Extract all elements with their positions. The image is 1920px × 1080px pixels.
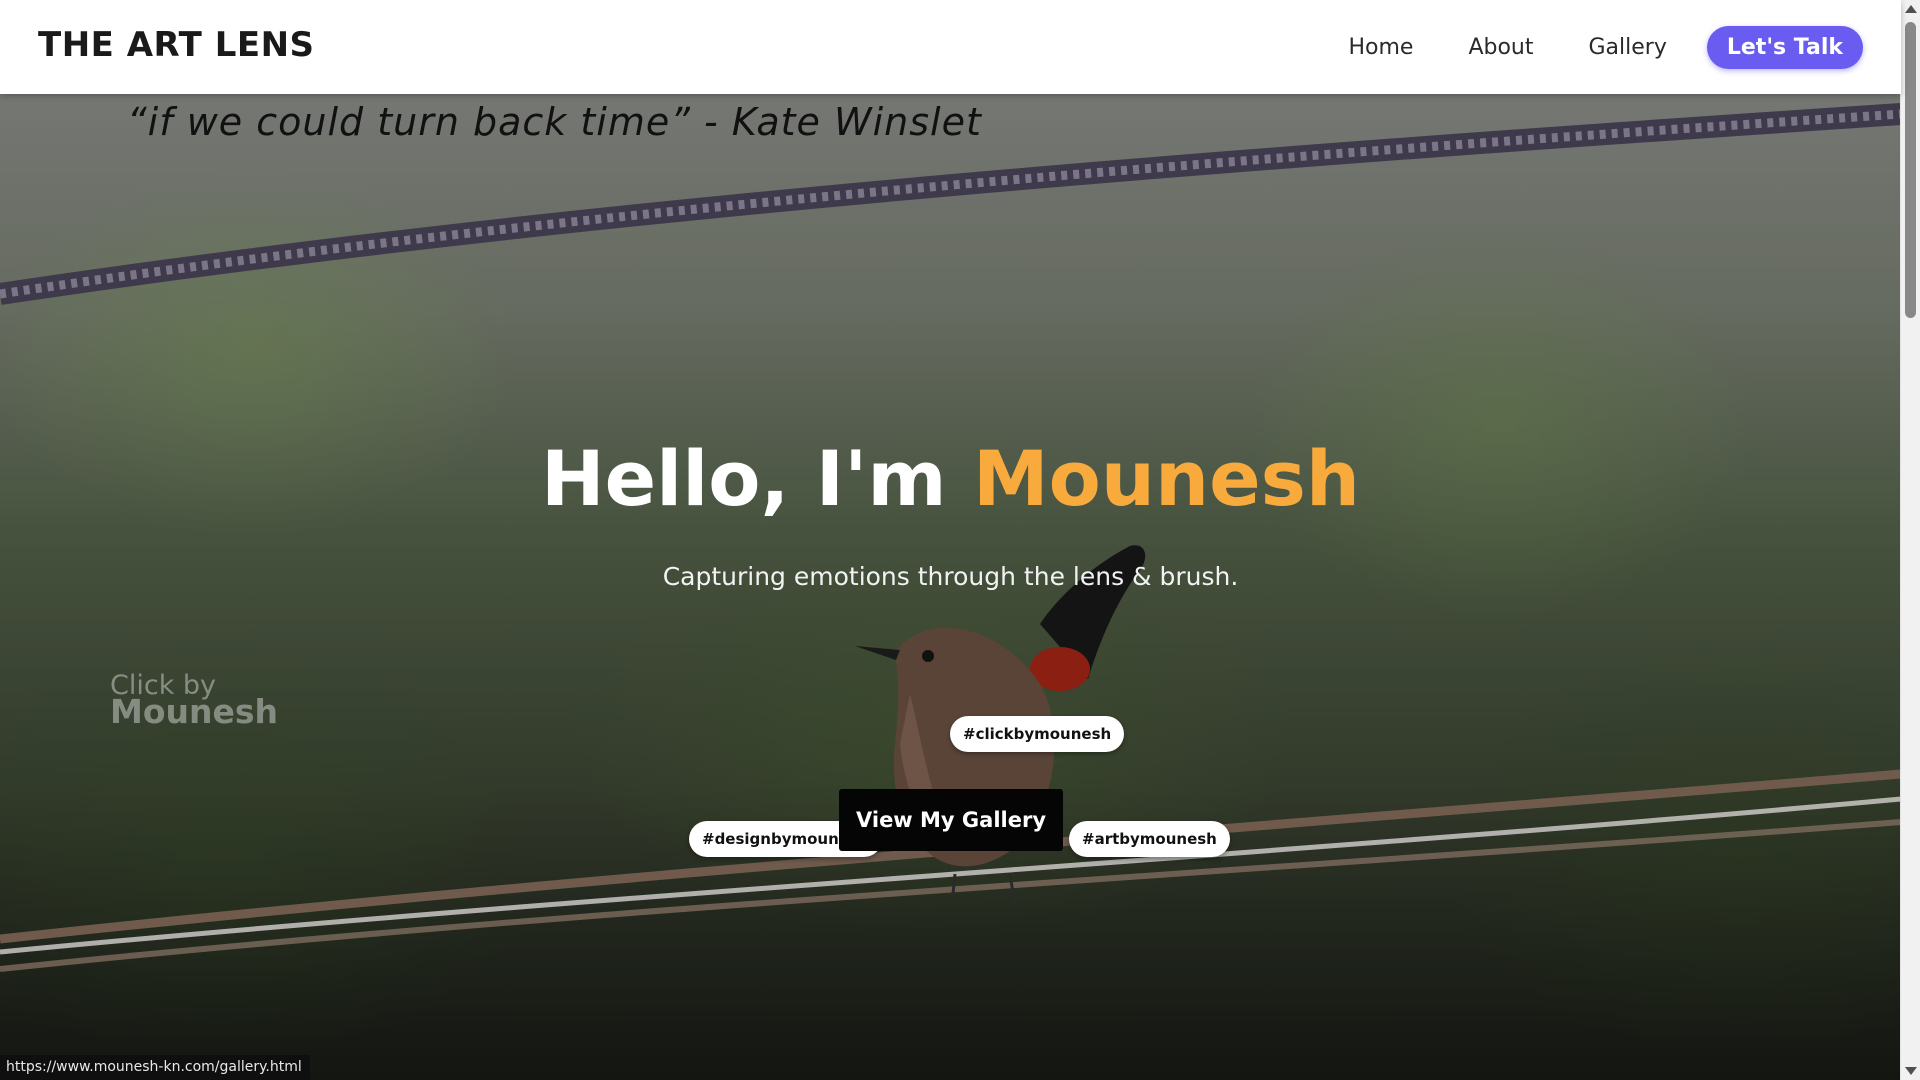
scrollbar-thumb[interactable]	[1905, 22, 1916, 318]
main-nav: Home About Gallery Let's Talk	[1348, 0, 1901, 94]
view-gallery-button[interactable]: View My Gallery	[839, 789, 1063, 851]
tag-clickbymounesh[interactable]: #clickbymounesh	[950, 716, 1125, 752]
photo-watermark: Click by Mounesh	[110, 672, 278, 728]
nav-about[interactable]: About	[1468, 35, 1533, 60]
lets-talk-button[interactable]: Let's Talk	[1706, 25, 1863, 69]
scroll-up-arrow-icon[interactable]	[1905, 5, 1917, 13]
tag-artbymounesh[interactable]: #artbymounesh	[1069, 821, 1230, 857]
headline-greeting: Hello, I'm	[541, 434, 974, 523]
watermark-line2: Mounesh	[110, 692, 279, 731]
hero-section: “if we could turn back time” - Kate Wins…	[0, 94, 1901, 1080]
status-bar-url: https://www.mounesh-kn.com/gallery.html	[0, 1055, 310, 1080]
scroll-down-arrow-icon[interactable]	[1905, 1067, 1917, 1075]
hero-tagline: Capturing emotions through the lens & br…	[662, 562, 1239, 591]
site-header: THE ART LENS Home About Gallery Let's Ta…	[0, 0, 1901, 94]
hero-headline: Hello, I'm Mounesh	[0, 434, 1901, 523]
hero-quote: “if we could turn back time” - Kate Wins…	[127, 100, 982, 144]
nav-gallery[interactable]: Gallery	[1589, 35, 1667, 60]
brand-logo[interactable]: THE ART LENS	[38, 25, 315, 65]
nav-home[interactable]: Home	[1348, 35, 1413, 60]
headline-name: Mounesh	[973, 434, 1360, 523]
page-scrollbar[interactable]	[1900, 0, 1920, 1080]
